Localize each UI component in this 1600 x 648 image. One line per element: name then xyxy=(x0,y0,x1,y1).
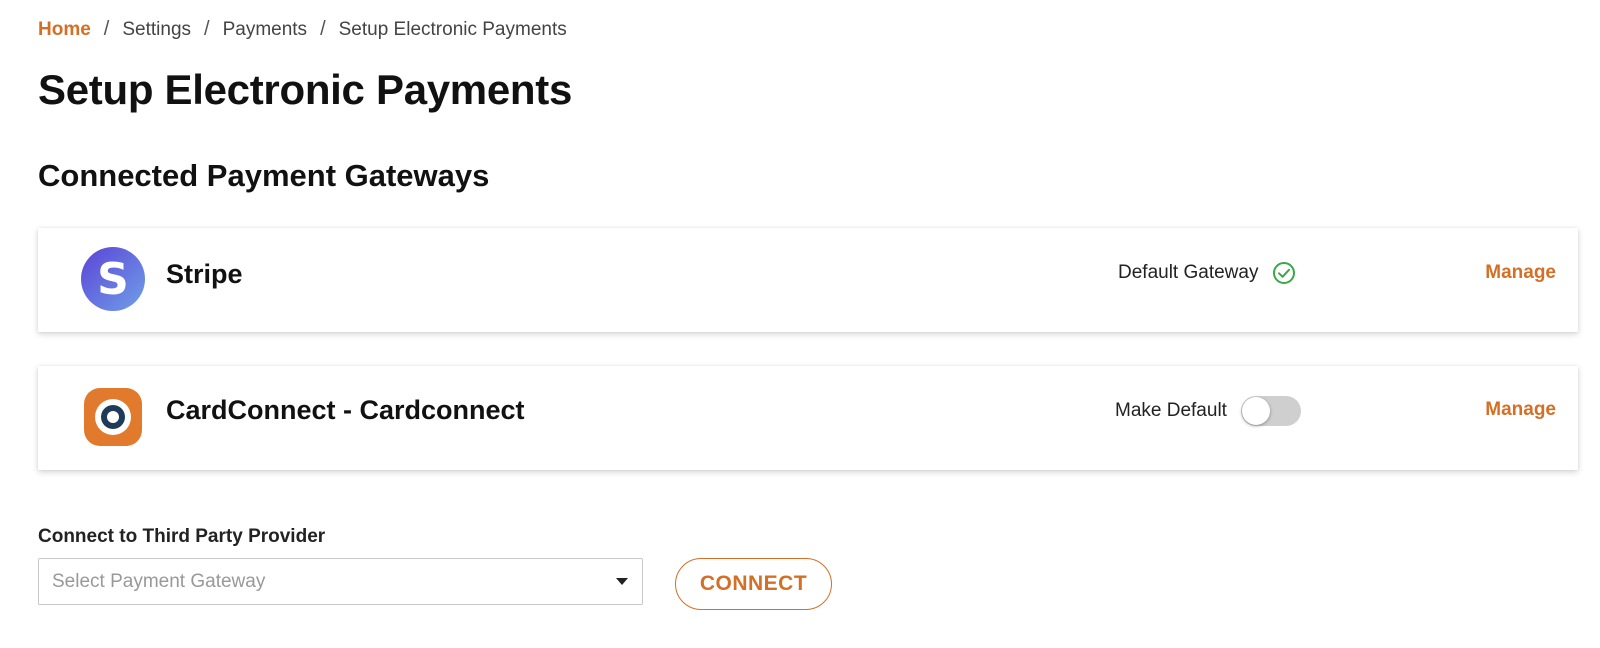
page-title: Setup Electronic Payments xyxy=(38,66,573,113)
toggle-knob xyxy=(1241,397,1270,425)
svg-text:S: S xyxy=(97,254,129,305)
make-default-control: Make Default xyxy=(1115,396,1301,426)
gateway-name: Stripe xyxy=(166,259,243,289)
payment-gateway-select[interactable]: Select Payment Gateway xyxy=(38,558,643,605)
connect-provider-label: Connect to Third Party Provider xyxy=(38,526,326,547)
breadcrumb-current: Setup Electronic Payments xyxy=(338,18,567,40)
chevron-down-icon xyxy=(616,578,628,585)
default-gateway-status: Default Gateway xyxy=(1118,261,1296,285)
breadcrumb-payments[interactable]: Payments xyxy=(223,19,307,41)
breadcrumb-separator: / xyxy=(103,18,110,40)
section-title: Connected Payment Gateways xyxy=(38,158,490,193)
breadcrumb-separator: / xyxy=(320,18,326,40)
gateway-card-cardconnect: CardConnect - Cardconnect Make Default M… xyxy=(38,366,1578,470)
manage-stripe-link[interactable]: Manage xyxy=(1485,262,1556,284)
select-placeholder: Select Payment Gateway xyxy=(52,570,266,592)
gateway-card-stripe: S Stripe Default Gateway Manage xyxy=(38,228,1578,332)
breadcrumb-settings[interactable]: Settings xyxy=(122,19,191,41)
make-default-label: Make Default xyxy=(1115,400,1227,421)
connect-button[interactable]: CONNECT xyxy=(675,558,832,610)
gateway-name: CardConnect - Cardconnect xyxy=(166,395,525,425)
page: Home / Settings / Payments / Setup Elect… xyxy=(0,0,1600,648)
make-default-toggle[interactable] xyxy=(1240,396,1301,426)
breadcrumb-home[interactable]: Home xyxy=(38,19,91,41)
status-label: Default Gateway xyxy=(1118,262,1259,283)
breadcrumb-separator: / xyxy=(204,18,210,40)
manage-cardconnect-link[interactable]: Manage xyxy=(1485,399,1556,421)
cardconnect-logo-icon xyxy=(81,385,145,449)
stripe-logo-icon: S xyxy=(81,247,145,311)
breadcrumb: Home / Settings / Payments / Setup Elect… xyxy=(38,18,567,41)
check-circle-icon xyxy=(1272,261,1296,285)
